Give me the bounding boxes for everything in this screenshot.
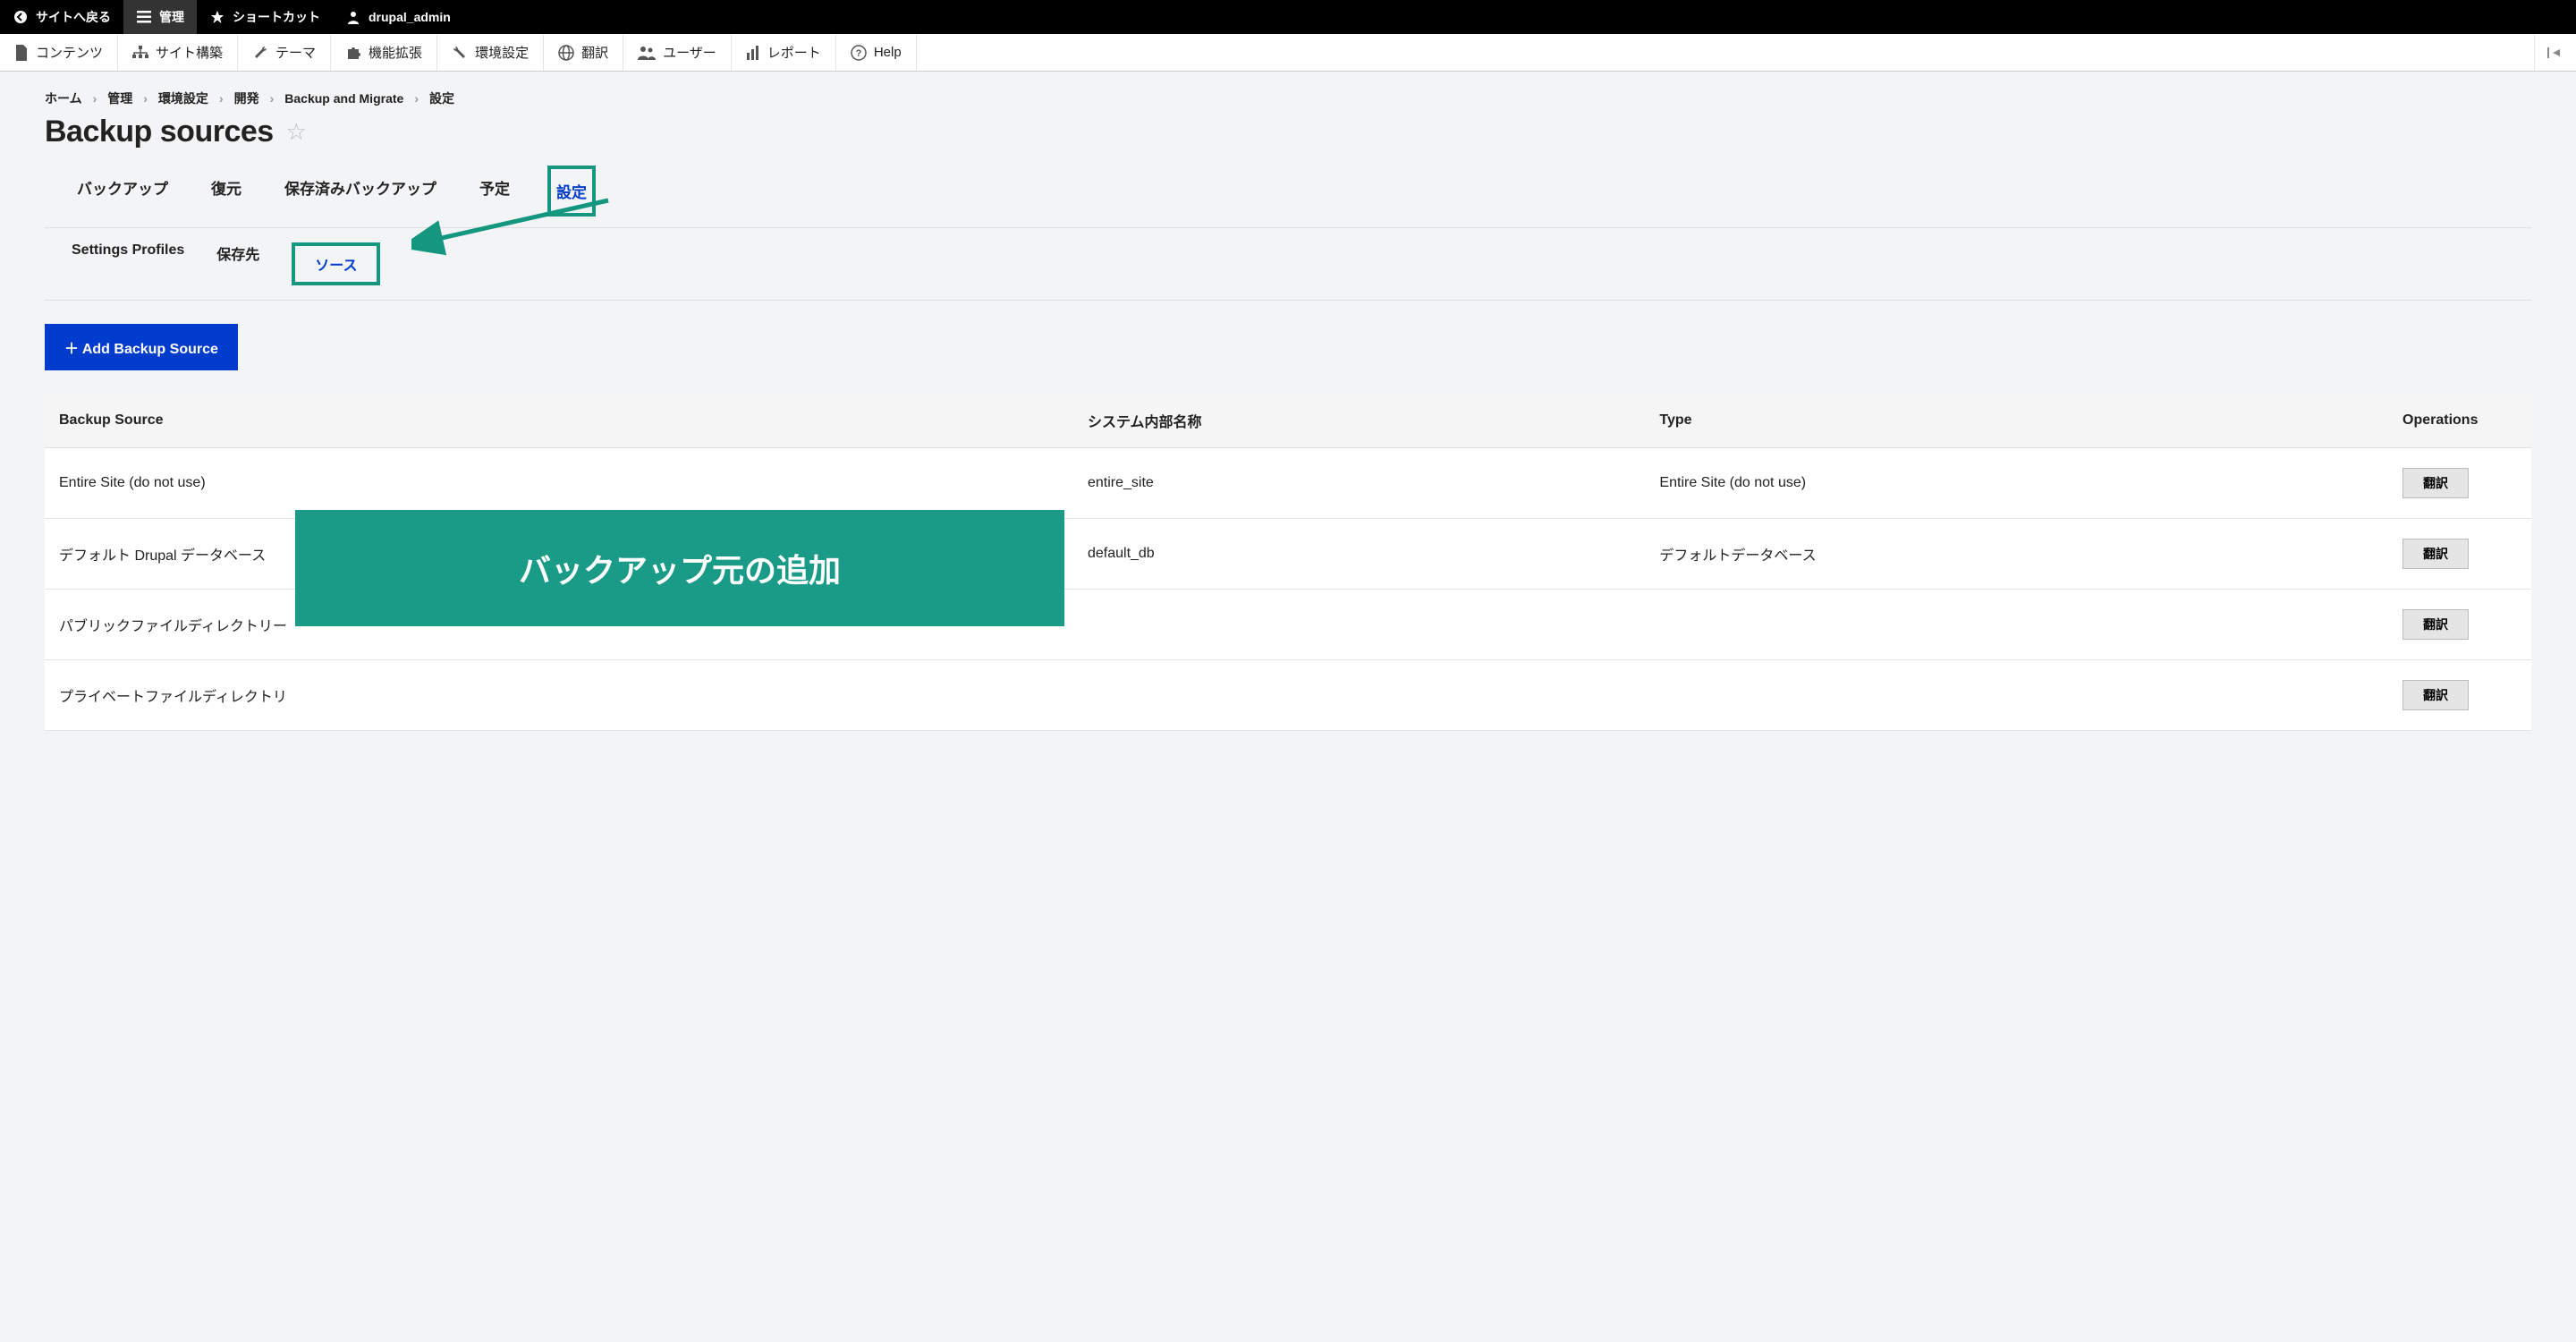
op-translate-button[interactable]: 翻訳 <box>2402 609 2469 640</box>
breadcrumb: ホーム › 管理 › 環境設定 › 開発 › Backup and Migrat… <box>45 89 2531 107</box>
globe-icon <box>558 45 574 61</box>
question-icon: ? <box>851 45 867 61</box>
collapse-toolbar[interactable] <box>2534 34 2576 71</box>
page-title-row: Backup sources ☆ <box>45 115 2531 149</box>
table-row: Entire Site (do not use) entire_site Ent… <box>45 448 2531 519</box>
tab-schedule[interactable]: 予定 <box>474 166 515 217</box>
admin-extend-label: 機能拡張 <box>369 43 422 62</box>
breadcrumb-item[interactable]: 管理 <box>107 89 132 107</box>
puzzle-icon <box>345 45 361 61</box>
collapse-icon <box>2547 47 2563 59</box>
back-to-site-label: サイトへ戻る <box>36 8 111 26</box>
annotation-banner: バックアップ元の追加 <box>295 510 1064 626</box>
tab-profiles[interactable]: Settings Profiles <box>72 242 184 285</box>
th-source: Backup Source <box>45 394 1073 448</box>
chevron-right-icon: › <box>219 91 224 106</box>
wrench2-icon <box>452 45 468 61</box>
page-title: Backup sources <box>45 115 274 149</box>
tabs-primary: バックアップ 復元 保存済みバックアップ 予定 設定 <box>45 166 2531 228</box>
admin-translate[interactable]: 翻訳 <box>544 34 623 71</box>
svg-text:?: ? <box>855 48 861 59</box>
star-outline-icon[interactable]: ☆ <box>286 118 307 146</box>
breadcrumb-item[interactable]: 開発 <box>234 89 259 107</box>
admin-extend[interactable]: 機能拡張 <box>331 34 437 71</box>
cell-type <box>1645 660 2388 731</box>
admin-config-label: 環境設定 <box>475 43 529 62</box>
table-row: プライベートファイルディレクトリ 翻訳 <box>45 660 2531 731</box>
star-icon <box>209 9 225 25</box>
cell-type: Entire Site (do not use) <box>1645 448 2388 519</box>
sitemap-icon <box>132 46 148 60</box>
admin-translate-label: 翻訳 <box>581 43 608 62</box>
cell-type: デフォルトデータベース <box>1645 519 2388 590</box>
chevron-right-icon: › <box>143 91 148 106</box>
toolbar-top: サイトへ戻る 管理 ショートカット drupal_admin <box>0 0 2576 34</box>
th-type: Type <box>1645 394 2388 448</box>
page-body: ホーム › 管理 › 環境設定 › 開発 › Backup and Migrat… <box>0 72 2576 785</box>
manage-toggle[interactable]: 管理 <box>123 0 197 34</box>
th-machine: システム内部名称 <box>1073 394 1645 448</box>
chevron-right-icon: › <box>93 91 97 106</box>
file-icon <box>14 45 29 61</box>
admin-help-label: Help <box>874 45 902 60</box>
cell-name: Entire Site (do not use) <box>45 448 1073 519</box>
people-icon <box>638 46 656 60</box>
chevron-left-icon <box>13 9 29 25</box>
chevron-right-icon: › <box>414 91 419 106</box>
tab-restore[interactable]: 復元 <box>206 166 247 217</box>
op-translate-button[interactable]: 翻訳 <box>2402 468 2469 498</box>
add-backup-source-button[interactable]: ＋ Add Backup Source <box>45 324 238 370</box>
cell-machine: entire_site <box>1073 448 1645 519</box>
toolbar-admin: コンテンツ サイト構築 テーマ 機能拡張 環境設定 翻訳 ユーザー レポート ?… <box>0 34 2576 72</box>
hamburger-icon <box>136 9 152 25</box>
bars-icon <box>746 46 760 60</box>
user-label: drupal_admin <box>369 10 451 24</box>
shortcuts-label: ショートカット <box>233 8 320 26</box>
cell-type <box>1645 590 2388 660</box>
tab-saved[interactable]: 保存済みバックアップ <box>279 166 442 217</box>
person-icon <box>345 9 361 25</box>
breadcrumb-item[interactable]: 設定 <box>429 89 454 107</box>
op-translate-button[interactable]: 翻訳 <box>2402 680 2469 710</box>
tabs-secondary: Settings Profiles 保存先 ソース <box>45 228 2531 301</box>
admin-reports-label: レポート <box>767 43 821 62</box>
tab-destinations[interactable]: 保存先 <box>216 242 259 285</box>
cell-machine <box>1073 660 1645 731</box>
cell-machine: default_db <box>1073 519 1645 590</box>
admin-help[interactable]: ? Help <box>836 34 917 71</box>
back-to-site[interactable]: サイトへ戻る <box>0 0 123 34</box>
cell-machine <box>1073 590 1645 660</box>
admin-content-label: コンテンツ <box>36 43 103 62</box>
tab-backup[interactable]: バックアップ <box>72 166 174 217</box>
shortcuts[interactable]: ショートカット <box>197 0 333 34</box>
op-translate-button[interactable]: 翻訳 <box>2402 539 2469 569</box>
tab-sources[interactable]: ソース <box>292 242 380 285</box>
admin-reports[interactable]: レポート <box>732 34 836 71</box>
breadcrumb-item[interactable]: 環境設定 <box>158 89 208 107</box>
admin-structure[interactable]: サイト構築 <box>118 34 238 71</box>
chevron-right-icon: › <box>270 91 275 106</box>
breadcrumb-item[interactable]: Backup and Migrate <box>284 91 403 106</box>
admin-structure-label: サイト構築 <box>156 43 223 62</box>
th-ops: Operations <box>2388 394 2531 448</box>
tab-settings[interactable]: 設定 <box>547 166 596 217</box>
breadcrumb-item[interactable]: ホーム <box>45 89 82 107</box>
admin-people-label: ユーザー <box>663 43 716 62</box>
cell-name: プライベートファイルディレクトリ <box>45 660 1073 731</box>
admin-people[interactable]: ユーザー <box>623 34 732 71</box>
admin-content[interactable]: コンテンツ <box>0 34 118 71</box>
user-menu[interactable]: drupal_admin <box>333 0 463 34</box>
manage-label: 管理 <box>159 8 184 26</box>
admin-config[interactable]: 環境設定 <box>437 34 544 71</box>
admin-appearance-label: テーマ <box>275 43 316 62</box>
wrench-icon <box>252 45 268 61</box>
admin-appearance[interactable]: テーマ <box>238 34 331 71</box>
